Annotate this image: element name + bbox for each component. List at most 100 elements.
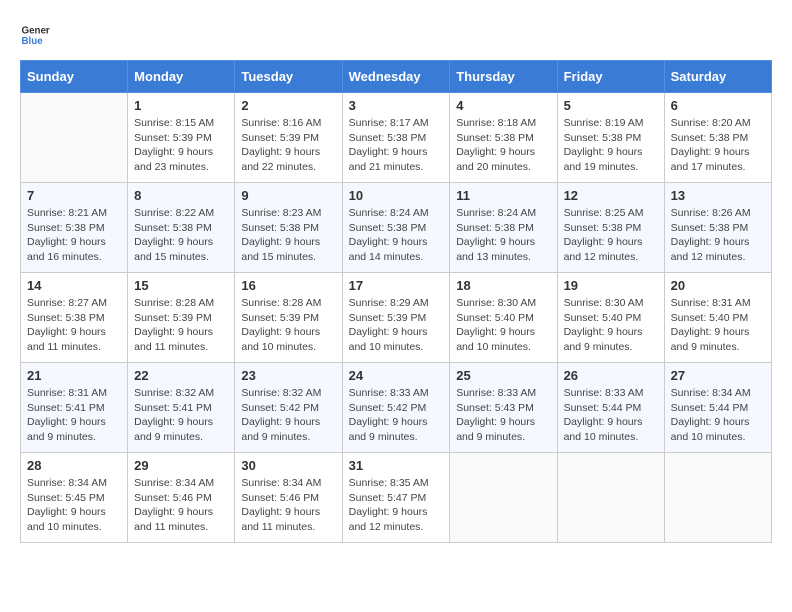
day-number: 22 — [134, 368, 228, 383]
day-info: Sunrise: 8:35 AMSunset: 5:47 PMDaylight:… — [349, 476, 444, 535]
calendar-cell: 14 Sunrise: 8:27 AMSunset: 5:38 PMDayligh… — [21, 273, 128, 363]
day-info: Sunrise: 8:16 AMSunset: 5:39 PMDaylight:… — [241, 116, 335, 175]
day-number: 7 — [27, 188, 121, 203]
day-info: Sunrise: 8:34 AMSunset: 5:46 PMDaylight:… — [241, 476, 335, 535]
calendar-cell: 21 Sunrise: 8:31 AMSunset: 5:41 PMDayligh… — [21, 363, 128, 453]
day-number: 30 — [241, 458, 335, 473]
day-info: Sunrise: 8:32 AMSunset: 5:41 PMDaylight:… — [134, 386, 228, 445]
calendar-cell — [664, 453, 771, 543]
calendar-cell: 29 Sunrise: 8:34 AMSunset: 5:46 PMDayligh… — [128, 453, 235, 543]
day-info: Sunrise: 8:29 AMSunset: 5:39 PMDaylight:… — [349, 296, 444, 355]
calendar-cell: 24 Sunrise: 8:33 AMSunset: 5:42 PMDayligh… — [342, 363, 450, 453]
calendar-cell: 19 Sunrise: 8:30 AMSunset: 5:40 PMDayligh… — [557, 273, 664, 363]
calendar-cell: 17 Sunrise: 8:29 AMSunset: 5:39 PMDayligh… — [342, 273, 450, 363]
day-info: Sunrise: 8:33 AMSunset: 5:42 PMDaylight:… — [349, 386, 444, 445]
day-info: Sunrise: 8:20 AMSunset: 5:38 PMDaylight:… — [671, 116, 765, 175]
day-number: 4 — [456, 98, 550, 113]
day-number: 2 — [241, 98, 335, 113]
calendar-cell: 6 Sunrise: 8:20 AMSunset: 5:38 PMDaylight… — [664, 93, 771, 183]
day-info: Sunrise: 8:21 AMSunset: 5:38 PMDaylight:… — [27, 206, 121, 265]
day-number: 5 — [564, 98, 658, 113]
day-info: Sunrise: 8:31 AMSunset: 5:41 PMDaylight:… — [27, 386, 121, 445]
day-info: Sunrise: 8:25 AMSunset: 5:38 PMDaylight:… — [564, 206, 658, 265]
calendar: SundayMondayTuesdayWednesdayThursdayFrid… — [20, 60, 772, 543]
weekday-header-saturday: Saturday — [664, 61, 771, 93]
calendar-cell: 12 Sunrise: 8:25 AMSunset: 5:38 PMDayligh… — [557, 183, 664, 273]
day-number: 16 — [241, 278, 335, 293]
week-row-5: 28 Sunrise: 8:34 AMSunset: 5:45 PMDayligh… — [21, 453, 772, 543]
weekday-header-row: SundayMondayTuesdayWednesdayThursdayFrid… — [21, 61, 772, 93]
week-row-2: 7 Sunrise: 8:21 AMSunset: 5:38 PMDaylight… — [21, 183, 772, 273]
day-number: 14 — [27, 278, 121, 293]
calendar-cell: 22 Sunrise: 8:32 AMSunset: 5:41 PMDayligh… — [128, 363, 235, 453]
day-info: Sunrise: 8:24 AMSunset: 5:38 PMDaylight:… — [456, 206, 550, 265]
weekday-header-sunday: Sunday — [21, 61, 128, 93]
day-number: 29 — [134, 458, 228, 473]
weekday-header-friday: Friday — [557, 61, 664, 93]
day-info: Sunrise: 8:28 AMSunset: 5:39 PMDaylight:… — [134, 296, 228, 355]
svg-text:General: General — [22, 26, 51, 37]
calendar-cell: 10Sunrise: 8:24 AMSunset: 5:38 PMDayligh… — [342, 183, 450, 273]
calendar-cell: 8 Sunrise: 8:22 AMSunset: 5:38 PMDaylight… — [128, 183, 235, 273]
weekday-header-wednesday: Wednesday — [342, 61, 450, 93]
weekday-header-tuesday: Tuesday — [235, 61, 342, 93]
day-number: 10 — [349, 188, 444, 203]
header: General Blue — [20, 20, 772, 50]
day-info: Sunrise: 8:18 AMSunset: 5:38 PMDaylight:… — [456, 116, 550, 175]
calendar-cell: 3Sunrise: 8:17 AMSunset: 5:38 PMDaylight… — [342, 93, 450, 183]
day-info: Sunrise: 8:23 AMSunset: 5:38 PMDaylight:… — [241, 206, 335, 265]
svg-text:Blue: Blue — [22, 36, 44, 47]
day-info: Sunrise: 8:15 AMSunset: 5:39 PMDaylight:… — [134, 116, 228, 175]
calendar-cell: 2 Sunrise: 8:16 AMSunset: 5:39 PMDaylight… — [235, 93, 342, 183]
day-number: 21 — [27, 368, 121, 383]
day-info: Sunrise: 8:27 AMSunset: 5:38 PMDaylight:… — [27, 296, 121, 355]
day-number: 31 — [349, 458, 444, 473]
day-number: 20 — [671, 278, 765, 293]
day-info: Sunrise: 8:30 AMSunset: 5:40 PMDaylight:… — [456, 296, 550, 355]
calendar-cell: 18 Sunrise: 8:30 AMSunset: 5:40 PMDayligh… — [450, 273, 557, 363]
day-number: 24 — [349, 368, 444, 383]
week-row-3: 14 Sunrise: 8:27 AMSunset: 5:38 PMDayligh… — [21, 273, 772, 363]
calendar-cell: 31 Sunrise: 8:35 AMSunset: 5:47 PMDayligh… — [342, 453, 450, 543]
logo: General Blue — [20, 20, 50, 50]
day-info: Sunrise: 8:34 AMSunset: 5:46 PMDaylight:… — [134, 476, 228, 535]
day-number: 28 — [27, 458, 121, 473]
calendar-cell: 20 Sunrise: 8:31 AMSunset: 5:40 PMDayligh… — [664, 273, 771, 363]
day-info: Sunrise: 8:33 AMSunset: 5:44 PMDaylight:… — [564, 386, 658, 445]
day-number: 8 — [134, 188, 228, 203]
day-info: Sunrise: 8:22 AMSunset: 5:38 PMDaylight:… — [134, 206, 228, 265]
day-info: Sunrise: 8:28 AMSunset: 5:39 PMDaylight:… — [241, 296, 335, 355]
day-number: 19 — [564, 278, 658, 293]
calendar-cell: 16 Sunrise: 8:28 AMSunset: 5:39 PMDayligh… — [235, 273, 342, 363]
day-number: 25 — [456, 368, 550, 383]
calendar-cell: 25Sunrise: 8:33 AMSunset: 5:43 PMDayligh… — [450, 363, 557, 453]
day-number: 1 — [134, 98, 228, 113]
day-number: 12 — [564, 188, 658, 203]
calendar-cell: 30 Sunrise: 8:34 AMSunset: 5:46 PMDayligh… — [235, 453, 342, 543]
calendar-cell: 7 Sunrise: 8:21 AMSunset: 5:38 PMDaylight… — [21, 183, 128, 273]
calendar-cell: 27Sunrise: 8:34 AMSunset: 5:44 PMDayligh… — [664, 363, 771, 453]
calendar-cell: 9 Sunrise: 8:23 AMSunset: 5:38 PMDaylight… — [235, 183, 342, 273]
calendar-cell: 26 Sunrise: 8:33 AMSunset: 5:44 PMDayligh… — [557, 363, 664, 453]
week-row-1: 1 Sunrise: 8:15 AMSunset: 5:39 PMDaylight… — [21, 93, 772, 183]
day-info: Sunrise: 8:30 AMSunset: 5:40 PMDaylight:… — [564, 296, 658, 355]
day-number: 26 — [564, 368, 658, 383]
day-info: Sunrise: 8:31 AMSunset: 5:40 PMDaylight:… — [671, 296, 765, 355]
day-info: Sunrise: 8:32 AMSunset: 5:42 PMDaylight:… — [241, 386, 335, 445]
day-info: Sunrise: 8:17 AMSunset: 5:38 PMDaylight:… — [349, 116, 444, 175]
calendar-cell: 5 Sunrise: 8:19 AMSunset: 5:38 PMDaylight… — [557, 93, 664, 183]
day-number: 23 — [241, 368, 335, 383]
day-number: 13 — [671, 188, 765, 203]
calendar-cell — [557, 453, 664, 543]
day-number: 15 — [134, 278, 228, 293]
weekday-header-thursday: Thursday — [450, 61, 557, 93]
week-row-4: 21 Sunrise: 8:31 AMSunset: 5:41 PMDayligh… — [21, 363, 772, 453]
day-info: Sunrise: 8:34 AMSunset: 5:45 PMDaylight:… — [27, 476, 121, 535]
day-number: 9 — [241, 188, 335, 203]
calendar-cell — [450, 453, 557, 543]
day-info: Sunrise: 8:19 AMSunset: 5:38 PMDaylight:… — [564, 116, 658, 175]
day-number: 17 — [349, 278, 444, 293]
day-number: 18 — [456, 278, 550, 293]
day-number: 6 — [671, 98, 765, 113]
calendar-cell: 28 Sunrise: 8:34 AMSunset: 5:45 PMDayligh… — [21, 453, 128, 543]
